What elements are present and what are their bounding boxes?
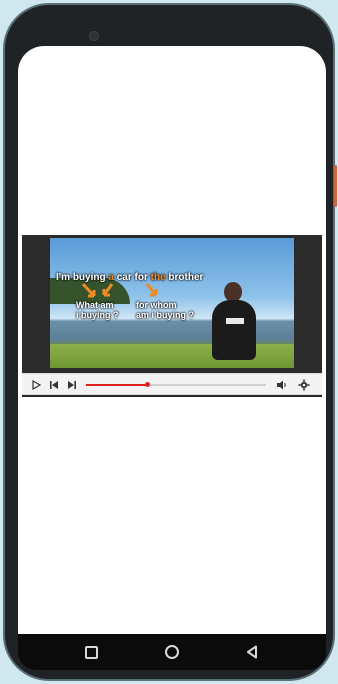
- question-right-line-2: am i buying ?: [136, 310, 195, 320]
- front-camera: [89, 31, 99, 41]
- arrow-left-2-icon: [102, 283, 114, 297]
- play-icon[interactable]: [30, 379, 42, 391]
- back-icon[interactable]: [245, 645, 259, 659]
- question-right: for whom am i buying ?: [136, 300, 194, 320]
- home-icon[interactable]: [164, 645, 179, 659]
- person-body: [212, 300, 256, 360]
- side-button: [334, 165, 337, 207]
- recents-icon[interactable]: [84, 645, 98, 659]
- previous-icon[interactable]: [48, 379, 60, 391]
- video-frame[interactable]: I'm buying a car for the brother What am…: [50, 238, 294, 368]
- app-screen: I'm buying a car for the brother What am…: [18, 46, 326, 634]
- video-caption: I'm buying a car for the brother: [56, 272, 203, 283]
- android-navbar: [18, 634, 326, 670]
- person-head: [224, 282, 242, 302]
- shirt-logo: [226, 318, 244, 324]
- question-right-line-1: for whom: [136, 300, 177, 310]
- question-left: What am i buying ?: [76, 300, 119, 320]
- question-left-line-2: i buying ?: [76, 310, 119, 320]
- question-left-line-1: What am: [76, 300, 114, 310]
- progress-fill: [86, 384, 148, 386]
- progress-knob[interactable]: [144, 382, 150, 387]
- volume-icon[interactable]: [276, 379, 288, 391]
- settings-icon[interactable]: [298, 379, 310, 391]
- arrow-left-1-icon: [81, 282, 96, 298]
- video-person: [210, 282, 260, 368]
- caption-part-3: brother: [165, 272, 204, 283]
- progress-track[interactable]: [86, 382, 266, 387]
- player-controls: [22, 373, 322, 395]
- arrow-right-icon: [145, 283, 158, 297]
- next-icon[interactable]: [66, 379, 78, 391]
- video-player: I'm buying a car for the brother What am…: [22, 235, 322, 397]
